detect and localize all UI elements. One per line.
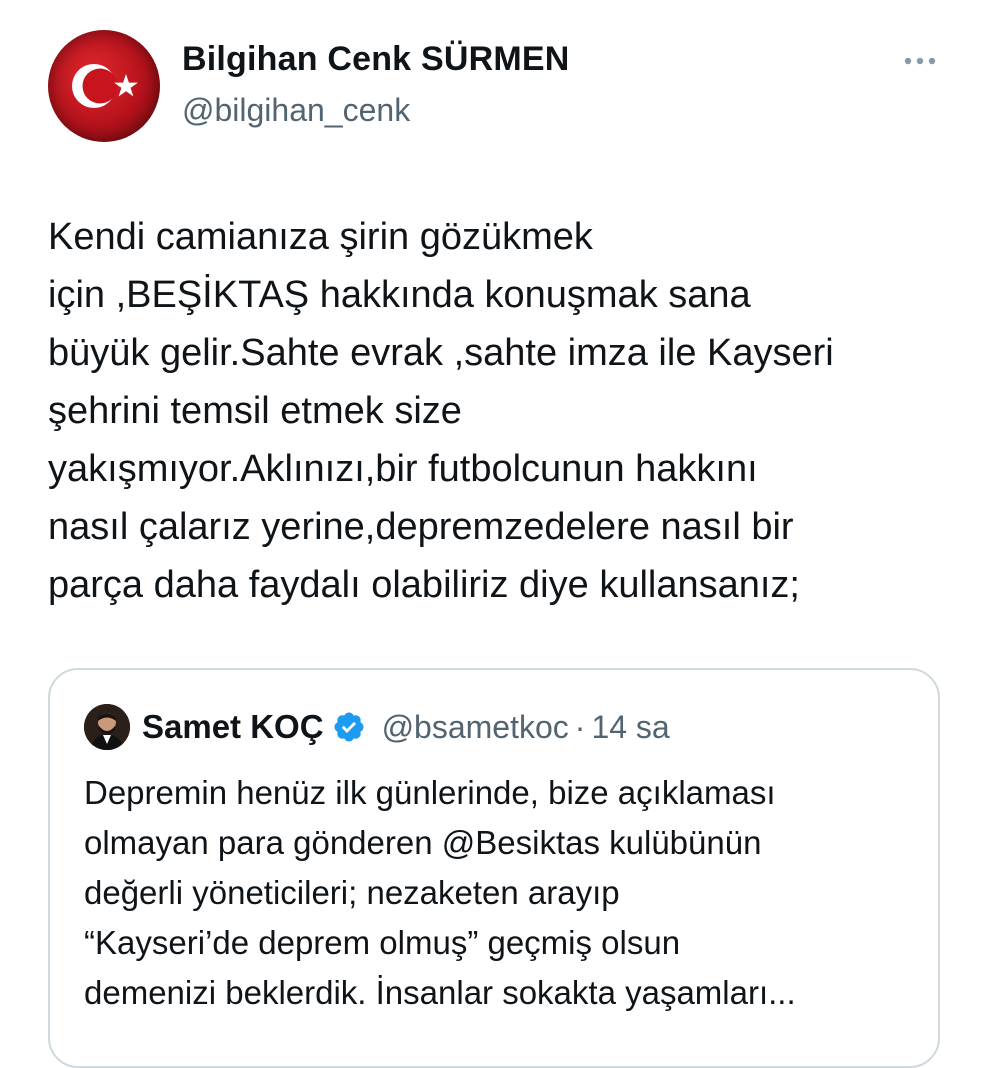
quote-text-line: demenizi beklerdik. İnsanlar sokakta yaş… [84, 974, 796, 1011]
turkish-flag-icon [72, 64, 138, 108]
tweet-text-line: parça daha faydalı olabiliriz diye kulla… [48, 564, 800, 606]
tweet-text-line: nasıl çalarız yerine,depremzedelere nası… [48, 506, 794, 548]
quote-author-name[interactable]: Samet KOÇ [142, 708, 324, 746]
quote-text-line: değerli yöneticileri; nezaketen arayıp [84, 874, 620, 911]
more-horizontal-icon[interactable] [902, 54, 938, 68]
quote-text-line: “Kayseri’de deprem olmuş” geçmiş olsun [84, 924, 681, 961]
tweet-text-line: için ,BEŞİKTAŞ hakkında konuşmak sana [48, 274, 751, 316]
quote-text-line: Depremin henüz ilk günlerinde, bize açık… [84, 774, 776, 811]
tweet-text-line: şehrini temsil etmek size [48, 390, 462, 432]
person-avatar-icon [84, 704, 130, 750]
verified-badge-icon [332, 710, 366, 744]
separator-dot: · [574, 708, 586, 745]
author-avatar[interactable] [48, 30, 160, 142]
quote-author-handle[interactable]: @bsametkoc [382, 709, 569, 746]
tweet-text-line: büyük gelir.Sahte evrak ,sahte imza ile … [48, 332, 834, 374]
tweet-text: Kendi camianıza şirin gözükmek için ,BEŞ… [48, 208, 948, 614]
quoted-tweet-card[interactable]: Samet KOÇ @bsametkoc · 14 sa Depremin he… [48, 668, 940, 1068]
quote-text-line: olmayan para gönderen @Besiktas kulübünü… [84, 824, 762, 861]
quote-header: Samet KOÇ @bsametkoc · 14 sa [142, 704, 670, 750]
tweet-text-line: Kendi camianıza şirin gözükmek [48, 216, 593, 258]
tweet: Bilgihan Cenk SÜRMEN @bilgihan_cenk Kend… [0, 0, 990, 1068]
author-handle[interactable]: @bilgihan_cenk [182, 92, 410, 129]
quote-author-avatar[interactable] [84, 704, 130, 750]
quote-timestamp[interactable]: 14 sa [591, 709, 669, 746]
quote-text: Depremin henüz ilk günlerinde, bize açık… [84, 768, 924, 1018]
author-name[interactable]: Bilgihan Cenk SÜRMEN [182, 40, 569, 79]
tweet-text-line: yakışmıyor.Aklınızı,bir futbolcunun hakk… [48, 448, 758, 490]
